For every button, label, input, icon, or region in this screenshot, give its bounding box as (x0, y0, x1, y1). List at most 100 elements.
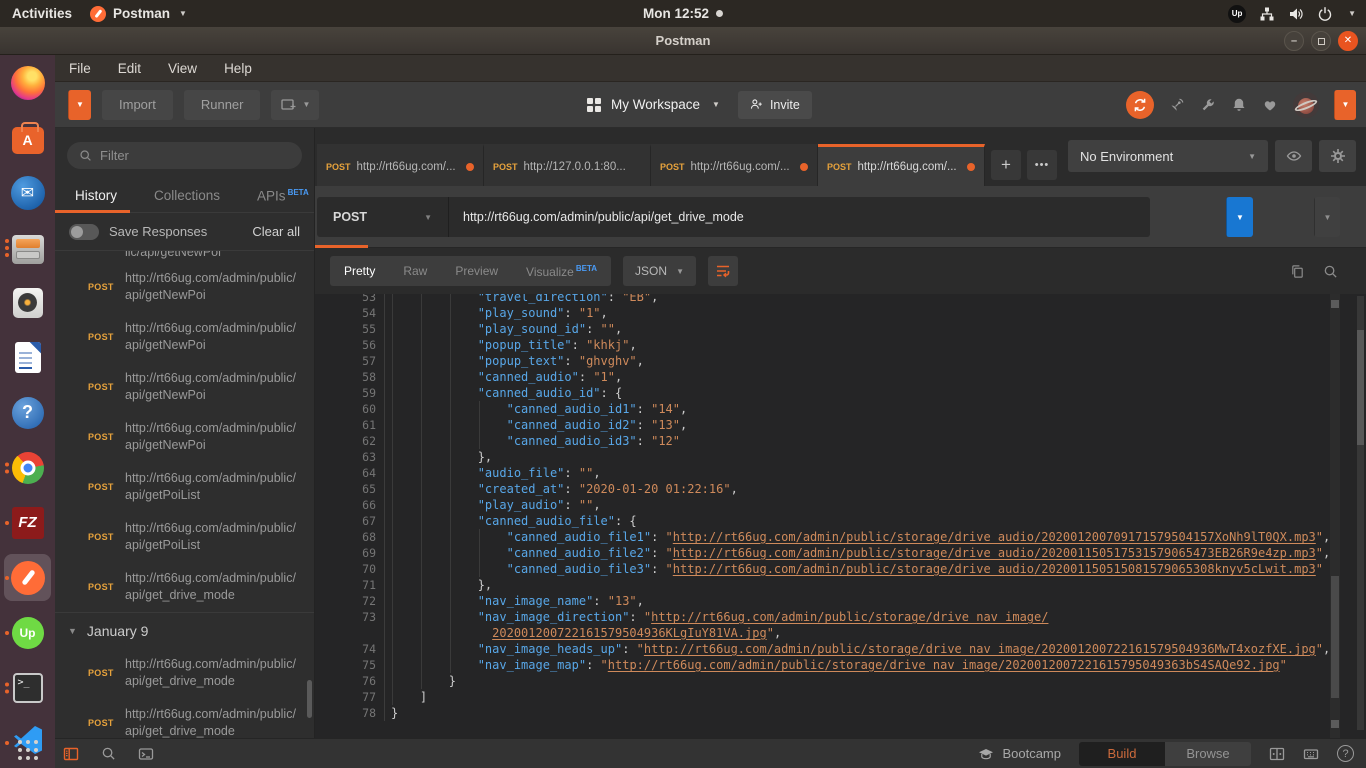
heart-icon[interactable] (1262, 97, 1278, 113)
avatar[interactable] (1293, 92, 1319, 118)
send-caret-icon[interactable]: ▼ (1226, 197, 1253, 237)
add-tab-button[interactable]: + (991, 150, 1021, 180)
menu-file[interactable]: File (69, 61, 91, 76)
history-group-header[interactable]: ▼January 9 (55, 612, 314, 648)
history-item[interactable]: POSThttp://rt66ug.com/admin/public/api/g… (55, 462, 314, 512)
url-link[interactable]: http://rt66ug.com/admin/public/storage/d… (673, 530, 1316, 544)
request-tab-4[interactable]: POSThttp://rt66ug.com/... (818, 144, 985, 186)
dock-item-postman[interactable] (4, 554, 51, 601)
url-link[interactable]: http://rt66ug.com/admin/public/storage/d… (651, 610, 1048, 624)
window-minimize-button[interactable]: – (1284, 31, 1304, 51)
dock-item-upwork[interactable]: Up (4, 609, 51, 656)
workspace-grid-icon[interactable] (587, 98, 601, 112)
view-preview[interactable]: Preview (441, 264, 512, 278)
request-tab-2[interactable]: POSThttp://127.0.0.1:80... (484, 144, 651, 186)
method-selector[interactable]: POST ▼ (317, 197, 449, 237)
tab-history[interactable]: History (75, 188, 117, 203)
save-caret-icon[interactable]: ▼ (1314, 197, 1340, 237)
network-icon[interactable] (1259, 6, 1275, 22)
request-tab-3[interactable]: POSThttp://rt66ug.com/... (651, 144, 818, 186)
upwork-tray-icon[interactable]: Up (1228, 5, 1246, 23)
console-icon[interactable] (138, 746, 154, 762)
tab-collections[interactable]: Collections (154, 188, 220, 203)
new-dropdown-caret-icon[interactable]: ▼ (68, 90, 91, 120)
search-response-icon[interactable] (1323, 264, 1338, 279)
activities-button[interactable]: Activities (12, 6, 72, 21)
dock-item-rhythmbox[interactable] (4, 279, 51, 326)
menu-edit[interactable]: Edit (118, 61, 141, 76)
environment-settings-button[interactable] (1319, 140, 1356, 172)
invite-button[interactable]: Invite (738, 91, 812, 119)
filter-input[interactable] (100, 148, 290, 163)
workspace-caret-icon[interactable]: ▼ (712, 100, 720, 109)
format-selector[interactable]: JSON ▼ (623, 256, 696, 286)
view-raw[interactable]: Raw (389, 264, 441, 278)
workspace-selector[interactable]: My Workspace (611, 97, 700, 112)
dock-item-chrome[interactable] (4, 444, 51, 491)
window-maximize-button[interactable] (1311, 31, 1331, 51)
volume-icon[interactable] (1288, 6, 1304, 22)
upgrade-button[interactable]: Upgrade ▼ (1334, 90, 1356, 120)
upgrade-caret-icon[interactable]: ▼ (1334, 90, 1356, 120)
environment-quick-look-button[interactable] (1275, 140, 1312, 172)
menu-help[interactable]: Help (224, 61, 252, 76)
request-tab-1[interactable]: POSThttp://rt66ug.com/... (317, 144, 484, 186)
import-button[interactable]: Import (102, 90, 173, 120)
build-tab[interactable]: Build (1079, 742, 1165, 766)
app-menu-button[interactable]: Postman ▼ (90, 6, 187, 22)
bootcamp-button[interactable]: Bootcamp (978, 746, 1061, 762)
new-window-button[interactable]: ▼ (271, 90, 319, 120)
view-visualize[interactable]: VisualizeBETA (512, 264, 611, 279)
url-link[interactable]: http://rt66ug.com/admin/public/storage/d… (644, 642, 1316, 656)
two-pane-icon[interactable] (1269, 746, 1285, 762)
wrap-text-button[interactable] (708, 256, 738, 286)
history-item[interactable]: POSThttp://rt66ug.com/admin/public/api/g… (55, 698, 314, 738)
editor-scrollbar-cap-bottom[interactable] (1331, 720, 1339, 728)
dock-item-thunderbird[interactable]: ✉ (4, 169, 51, 216)
history-item[interactable]: POSThttp://rt66ug.com/admin/public/api/g… (55, 562, 314, 612)
browse-tab[interactable]: Browse (1165, 742, 1251, 766)
copy-icon[interactable] (1290, 264, 1305, 279)
tab-apis[interactable]: APIsBETA (257, 188, 309, 204)
runner-button[interactable]: Runner (184, 90, 261, 120)
sidebar-toggle-icon[interactable] (63, 746, 79, 762)
history-item[interactable]: POSThttp://rt66ug.com/admin/public/api/g… (55, 512, 314, 562)
url-link[interactable]: 202001200722161579504936KLgIuY81VA.jpg (492, 626, 767, 640)
url-link[interactable]: http://rt66ug.com/admin/public/storage/d… (673, 562, 1316, 576)
power-icon[interactable] (1317, 6, 1333, 22)
clock[interactable]: Mon 12:52 (643, 6, 723, 21)
url-link[interactable]: http://rt66ug.com/admin/public/storage/d… (673, 546, 1316, 560)
url-link[interactable]: http://rt66ug.com/admin/public/storage/d… (608, 658, 1280, 672)
find-icon[interactable] (101, 746, 116, 761)
dock-item-libreoffice-writer[interactable] (4, 334, 51, 381)
dock-item-ubuntu-software[interactable]: A (4, 114, 51, 161)
response-body-editor[interactable]: 53 "travel_direction": "EB",54 "play_sou… (315, 294, 1366, 738)
editor-scrollbar-thumb[interactable] (1331, 576, 1339, 698)
wrench-icon[interactable] (1200, 97, 1216, 113)
dock-item-help[interactable]: ? (4, 389, 51, 436)
dock-item-firefox[interactable] (4, 59, 51, 106)
more-tabs-button[interactable]: ••• (1027, 150, 1057, 180)
history-item[interactable]: POSThttp://rt66ug.com/admin/public/api/g… (55, 262, 314, 312)
history-item[interactable]: POSThttp://rt66ug.com/admin/public/api/g… (55, 312, 314, 362)
bell-icon[interactable] (1231, 97, 1247, 113)
clear-all-button[interactable]: Clear all (252, 224, 300, 239)
dock-item-files[interactable] (4, 224, 51, 271)
sidebar-scrollbar[interactable] (307, 680, 312, 718)
editor-scrollbar-cap-top[interactable] (1331, 300, 1339, 308)
system-menu-caret-icon[interactable]: ▼ (1348, 9, 1356, 18)
keyboard-shortcuts-icon[interactable] (1303, 746, 1319, 762)
save-responses-toggle[interactable] (69, 224, 99, 240)
dock-item-filezilla[interactable]: FZ (4, 499, 51, 546)
sync-button[interactable] (1126, 91, 1154, 119)
menu-view[interactable]: View (168, 61, 197, 76)
url-input[interactable] (449, 210, 1150, 224)
window-close-button[interactable]: ✕ (1338, 31, 1358, 51)
environment-selector[interactable]: No Environment ▼ (1068, 140, 1268, 172)
satellite-icon[interactable] (1169, 97, 1185, 113)
history-item-partial[interactable]: lic/api/getNewPoi (55, 251, 314, 262)
new-button[interactable]: + New ▼ (68, 90, 91, 120)
dock-item-terminal[interactable]: >_ (4, 664, 51, 711)
history-item[interactable]: POSThttp://rt66ug.com/admin/public/api/g… (55, 648, 314, 698)
history-item[interactable]: POSThttp://rt66ug.com/admin/public/api/g… (55, 362, 314, 412)
